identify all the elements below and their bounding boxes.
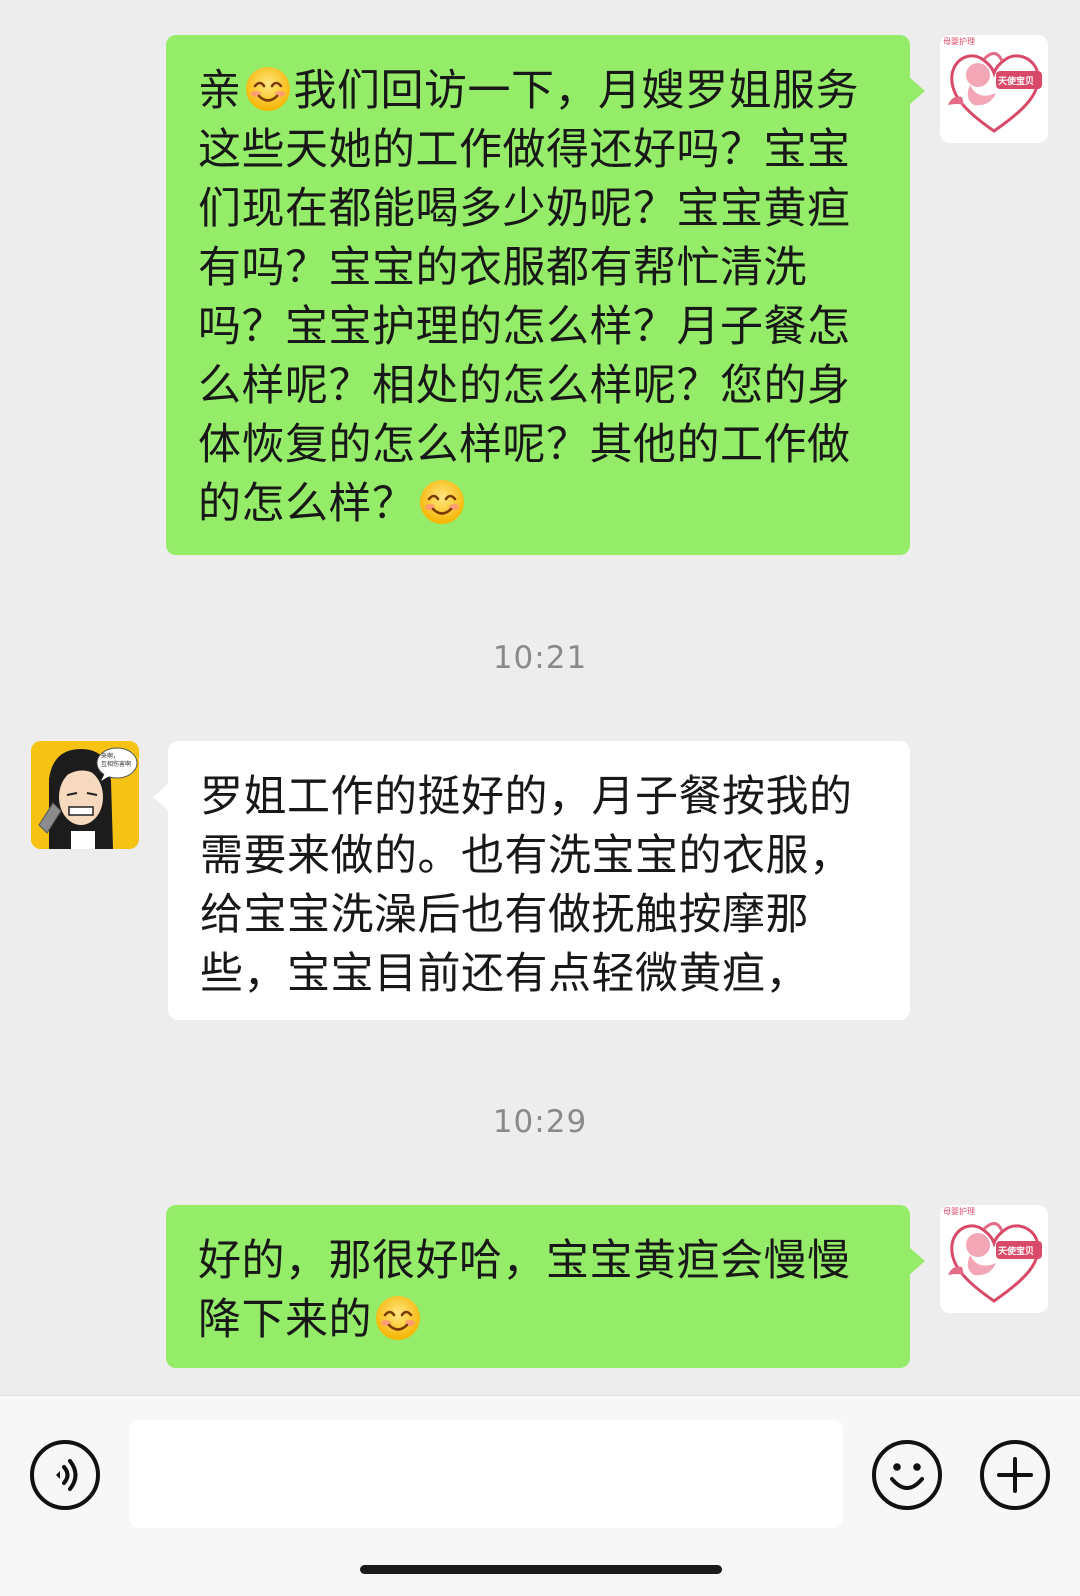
voice-icon bbox=[30, 1440, 100, 1510]
outgoing-message-bubble[interactable]: 亲我们回访一下，月嫂罗姐服务 这些天她的工作做得还好吗？宝宝 们现在都能喝多少奶… bbox=[166, 35, 925, 555]
shop-logo-caption: 母婴护理 bbox=[943, 1207, 975, 1216]
outgoing-message-bubble[interactable]: 好的，那很好哈，宝宝黄疸会慢慢 降下来的 bbox=[166, 1205, 925, 1368]
message-line: 的怎么样？ bbox=[198, 475, 878, 534]
customer-avatar[interactable]: 来啊， 互相伤害啊 bbox=[31, 741, 139, 849]
smiley-emoji-icon bbox=[244, 65, 292, 113]
message-line: 体恢复的怎么样呢？其他的工作做 bbox=[198, 420, 851, 470]
chat-input-bar bbox=[0, 1395, 1080, 1596]
shop-avatar[interactable]: 母婴护理 天使宝贝 bbox=[940, 35, 1048, 143]
shop-logo-icon bbox=[940, 35, 1048, 143]
message-line: 给宝宝洗澡后也有做抚触按摩那 bbox=[200, 890, 809, 940]
message-line: 吗？宝宝护理的怎么样？月子餐怎 bbox=[198, 302, 851, 352]
shop-avatar[interactable]: 母婴护理 天使宝贝 bbox=[940, 1205, 1048, 1313]
smiley-emoji-icon bbox=[374, 1294, 422, 1342]
speech-bubble-text: 来啊， 互相伤害啊 bbox=[101, 753, 132, 768]
shop-logo-badge: 天使宝贝 bbox=[998, 1247, 1035, 1257]
message-line: 有吗？宝宝的衣服都有帮忙清洗 bbox=[198, 243, 807, 293]
plus-icon bbox=[980, 1440, 1050, 1510]
message-line: 罗姐工作的挺好的，月子餐按我的 bbox=[200, 772, 853, 822]
emoji-face-icon bbox=[872, 1440, 942, 1510]
message-line: 降下来的 bbox=[198, 1291, 878, 1350]
timestamp: 10:29 bbox=[492, 1104, 588, 1140]
message-line: 好的，那很好哈，宝宝黄疸会慢慢 bbox=[198, 1236, 851, 1286]
message-line: 们现在都能喝多少奶呢？宝宝黄疸 bbox=[198, 184, 851, 234]
shop-logo-icon bbox=[940, 1205, 1048, 1313]
shop-logo-caption: 母婴护理 bbox=[943, 37, 975, 46]
message-line: 些，宝宝目前还有点轻微黄疸， bbox=[200, 949, 809, 999]
message-input[interactable] bbox=[129, 1420, 843, 1528]
chat-area[interactable]: 亲我们回访一下，月嫂罗姐服务 这些天她的工作做得还好吗？宝宝 们现在都能喝多少奶… bbox=[0, 0, 1080, 1395]
shop-logo-badge: 天使宝贝 bbox=[998, 77, 1035, 87]
incoming-message-bubble[interactable]: 罗姐工作的挺好的，月子餐按我的 需要来做的。也有洗宝宝的衣服， 给宝宝洗澡后也有… bbox=[153, 741, 910, 1020]
timestamp: 10:21 bbox=[492, 640, 588, 676]
message-line: 这些天她的工作做得还好吗？宝宝 bbox=[198, 125, 851, 175]
message-line: 亲我们回访一下，月嫂罗姐服务 bbox=[198, 65, 859, 116]
message-line: 需要来做的。也有洗宝宝的衣服， bbox=[200, 831, 853, 881]
message-line: 么样呢？相处的怎么样呢？您的身 bbox=[198, 361, 851, 411]
home-indicator[interactable] bbox=[360, 1565, 722, 1574]
voice-button[interactable] bbox=[29, 1439, 101, 1511]
more-button[interactable] bbox=[979, 1439, 1051, 1511]
emoji-button[interactable] bbox=[871, 1439, 943, 1511]
smiley-emoji-icon bbox=[418, 478, 466, 526]
